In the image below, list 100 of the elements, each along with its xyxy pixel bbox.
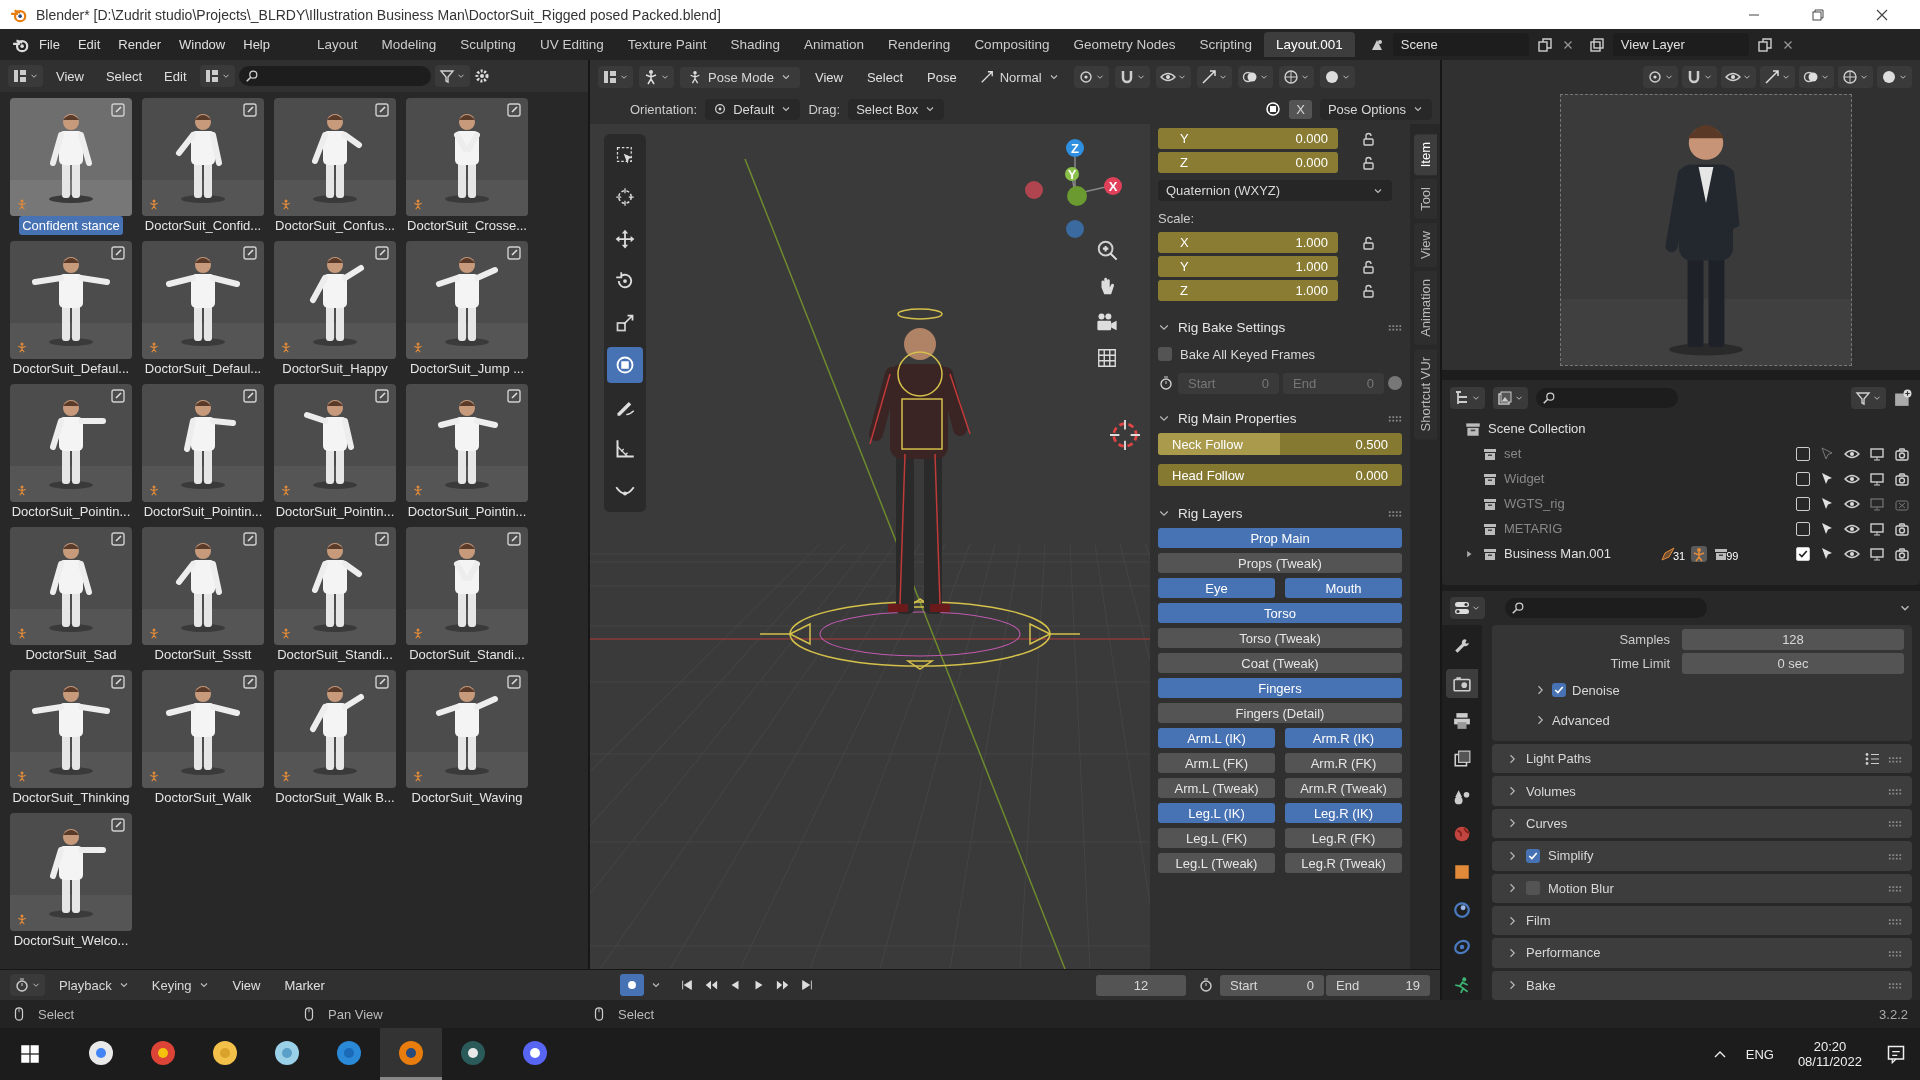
layer-toggle[interactable]: Arm.R (IK) bbox=[1285, 728, 1402, 748]
asset-label[interactable]: Confident stance bbox=[19, 216, 123, 235]
asset-label[interactable]: DoctorSuit_Pointin... bbox=[8, 502, 134, 521]
panel-header[interactable]: Simplify bbox=[1492, 841, 1912, 871]
sidebar-tab[interactable]: Shortcut VUr bbox=[1413, 348, 1437, 440]
layer-toggle[interactable]: Arm.R (FK) bbox=[1285, 753, 1402, 773]
value-field[interactable]: 128 bbox=[1682, 628, 1904, 650]
panel-header[interactable]: Film bbox=[1492, 905, 1912, 936]
panel-title[interactable]: Rig Layers bbox=[1178, 505, 1243, 521]
layer-toggle[interactable]: Mouth bbox=[1285, 578, 1402, 598]
menu-dropdown[interactable]: Playback bbox=[51, 974, 138, 996]
workspace-tab[interactable]: Texture Paint bbox=[615, 32, 719, 57]
layer-toggle[interactable]: Arm.L (Tweak) bbox=[1158, 778, 1275, 798]
layer-toggle[interactable]: Fingers bbox=[1158, 678, 1402, 698]
workspace-tab[interactable]: Shading bbox=[718, 32, 793, 57]
collection-name[interactable]: METARIG bbox=[1504, 521, 1654, 536]
mode-dropdown[interactable]: Pose Mode bbox=[680, 66, 800, 88]
layer-toggle[interactable]: Leg.R (IK) bbox=[1285, 803, 1402, 823]
panel-title[interactable]: Rig Bake Settings bbox=[1178, 319, 1286, 335]
sidebar-tab[interactable]: Item bbox=[1413, 134, 1437, 176]
start-frame-field[interactable]: Start 0 bbox=[1220, 974, 1324, 996]
menu-item[interactable]: Select bbox=[96, 65, 152, 87]
workspace-tab[interactable]: Layout.001 bbox=[1264, 32, 1355, 57]
panel-header[interactable]: Curves bbox=[1492, 808, 1912, 839]
slider[interactable]: Neck Follow 0.500 bbox=[1158, 433, 1402, 455]
layer-toggle[interactable]: Leg.R (FK) bbox=[1285, 828, 1402, 848]
current-frame-field[interactable]: 12 bbox=[1096, 974, 1186, 996]
asset-label[interactable]: DoctorSuit_Jump ... bbox=[406, 359, 528, 378]
layer-toggle[interactable]: Torso (Tweak) bbox=[1158, 628, 1402, 648]
collection-name[interactable]: Scene Collection bbox=[1488, 421, 1638, 436]
view-layer-field[interactable]: View Layer bbox=[1612, 33, 1749, 56]
workspace-tab[interactable]: Geometry Nodes bbox=[1061, 32, 1188, 57]
asset-label[interactable]: DoctorSuit_Sad bbox=[22, 645, 120, 664]
layer-toggle[interactable]: Leg.L (FK) bbox=[1158, 828, 1275, 848]
workspace-tab[interactable]: Sculpting bbox=[448, 32, 528, 57]
panel-header[interactable]: Volumes bbox=[1492, 776, 1912, 806]
panel-title[interactable]: Rig Main Properties bbox=[1178, 410, 1297, 426]
slider[interactable]: Head Follow 0.000 bbox=[1158, 464, 1402, 486]
collection-name[interactable]: Business Man.001 bbox=[1504, 546, 1654, 561]
value-field[interactable]: X 1.000 bbox=[1158, 232, 1338, 253]
asset-label[interactable]: DoctorSuit_Standi... bbox=[406, 645, 528, 664]
asset-label[interactable]: DoctorSuit_Waving bbox=[408, 788, 526, 807]
menu-item[interactable]: Marker bbox=[275, 974, 334, 996]
asset-label[interactable]: DoctorSuit_Confid... bbox=[141, 216, 265, 235]
asset-label[interactable]: DoctorSuit_Pointin... bbox=[404, 502, 530, 521]
drag-dropdown[interactable]: Select Box bbox=[848, 98, 945, 120]
rotation-mode-dropdown[interactable]: Quaternion (WXYZ) bbox=[1158, 180, 1392, 201]
end-frame-field[interactable]: End 19 bbox=[1326, 974, 1430, 996]
workspace-tab[interactable]: Scripting bbox=[1187, 32, 1264, 57]
panel-header[interactable]: Motion Blur bbox=[1492, 873, 1912, 903]
layer-toggle[interactable]: Torso bbox=[1158, 603, 1402, 623]
asset-label[interactable]: DoctorSuit_Walk B... bbox=[272, 788, 398, 807]
panel-header[interactable]: Bake bbox=[1492, 970, 1912, 1000]
menu-item[interactable]: View bbox=[806, 66, 852, 88]
collection-name[interactable]: set bbox=[1504, 446, 1654, 461]
menu-item[interactable]: Edit bbox=[68, 34, 110, 55]
value-field[interactable]: 0 sec bbox=[1682, 652, 1904, 674]
layer-toggle[interactable]: Arm.R (Tweak) bbox=[1285, 778, 1402, 798]
value-field[interactable]: Z 1.000 bbox=[1158, 280, 1338, 301]
language-indicator[interactable]: ENG bbox=[1745, 1046, 1774, 1062]
asset-label[interactable]: DoctorSuit_Thinking bbox=[9, 788, 133, 807]
workspace-tab[interactable]: Rendering bbox=[876, 32, 963, 57]
workspace-tab[interactable]: UV Editing bbox=[527, 32, 616, 57]
clock[interactable]: 20:20 08/11/2022 bbox=[1797, 1039, 1862, 1069]
scene-field[interactable]: Scene bbox=[1392, 33, 1529, 56]
asset-label[interactable]: DoctorSuit_Confus... bbox=[272, 216, 398, 235]
asset-label[interactable]: DoctorSuit_Ssstt bbox=[151, 645, 255, 664]
panel-header[interactable]: Performance bbox=[1492, 938, 1912, 968]
layer-toggle[interactable]: Leg.L (Tweak) bbox=[1158, 853, 1275, 873]
subpanel-title[interactable]: Advanced bbox=[1552, 712, 1610, 728]
asset-label[interactable]: DoctorSuit_Standi... bbox=[274, 645, 396, 664]
layer-toggle[interactable]: Leg.R (Tweak) bbox=[1285, 853, 1402, 873]
collection-name[interactable]: WGTS_rig bbox=[1504, 496, 1654, 511]
orientation-dropdown[interactable]: Default bbox=[705, 98, 801, 120]
layer-toggle[interactable]: Leg.L (IK) bbox=[1158, 803, 1275, 823]
menu-item[interactable]: File bbox=[30, 34, 69, 55]
layer-toggle[interactable]: Coat (Tweak) bbox=[1158, 653, 1402, 673]
workspace-tab[interactable]: Compositing bbox=[962, 32, 1062, 57]
sidebar-tab[interactable]: Animation bbox=[1413, 271, 1437, 345]
value-field[interactable]: Y 1.000 bbox=[1158, 256, 1338, 277]
asset-label[interactable]: DoctorSuit_Defaul... bbox=[9, 359, 133, 378]
layer-toggle[interactable]: Prop Main bbox=[1158, 528, 1402, 548]
mirror-x-toggle[interactable]: X bbox=[1289, 99, 1312, 119]
layer-toggle[interactable]: Fingers (Detail) bbox=[1158, 703, 1402, 723]
pose-options-dropdown[interactable]: Pose Options bbox=[1319, 98, 1432, 120]
asset-label[interactable]: DoctorSuit_Happy bbox=[279, 359, 391, 378]
menu-item[interactable]: Select bbox=[857, 66, 913, 88]
sidebar-tab[interactable]: View bbox=[1413, 223, 1437, 268]
navigation-gizmo[interactable]: Z Y X bbox=[1020, 134, 1130, 244]
subpanel-title[interactable]: Denoise bbox=[1572, 682, 1620, 698]
menu-item[interactable]: Help bbox=[234, 34, 279, 55]
menu-item[interactable]: Render bbox=[109, 34, 170, 55]
asset-label[interactable]: DoctorSuit_Welco... bbox=[10, 931, 132, 950]
menu-item[interactable]: Pose bbox=[918, 66, 966, 88]
workspace-tab[interactable]: Layout bbox=[305, 32, 370, 57]
asset-label[interactable]: DoctorSuit_Pointin... bbox=[272, 502, 398, 521]
menu-item[interactable]: Window bbox=[170, 34, 235, 55]
asset-label[interactable]: DoctorSuit_Defaul... bbox=[141, 359, 265, 378]
menu-item[interactable]: View bbox=[223, 974, 270, 996]
value-field[interactable]: Z 0.000 bbox=[1158, 152, 1338, 173]
